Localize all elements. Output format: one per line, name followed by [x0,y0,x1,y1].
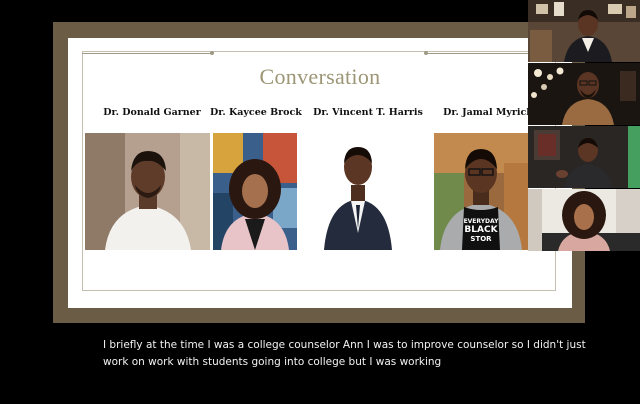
shirt-text-line1: EVERYDAY [464,218,500,225]
slide-title: Conversation [259,64,381,89]
participant-tile-3[interactable] [528,126,640,188]
panelist-photo-myrick: EVERYDAY BLACK STOR [434,133,528,250]
slide-rule-left [82,53,212,54]
slide-rule-left-dot [210,51,214,55]
participant-tile-2[interactable] [528,63,640,125]
caption-line-2: work on work with students going into co… [103,356,442,368]
participant-tile-1[interactable] [528,0,640,62]
slide-rule-right-dot [424,51,428,55]
panelist-photo-brock [213,133,297,250]
panelist-name-myrick: Dr. Jamal Myrick [443,107,533,118]
panelist-name-brock: Dr. Kaycee Brock [210,107,302,118]
shirt-text-line3: STOR [470,235,492,243]
panelist-photo-garner [85,133,210,250]
participant-tile-4[interactable] [528,189,640,251]
panelist-name-harris: Dr. Vincent T. Harris [313,107,423,118]
participant-gallery [528,0,640,251]
shirt-text-line2: BLACK [464,225,498,235]
caption-line-1: I briefly at the time I was a college co… [103,339,586,351]
panelist-name-garner: Dr. Donald Garner [103,107,201,118]
panelist-photo-harris [320,133,396,250]
live-caption: I briefly at the time I was a college co… [103,337,586,371]
